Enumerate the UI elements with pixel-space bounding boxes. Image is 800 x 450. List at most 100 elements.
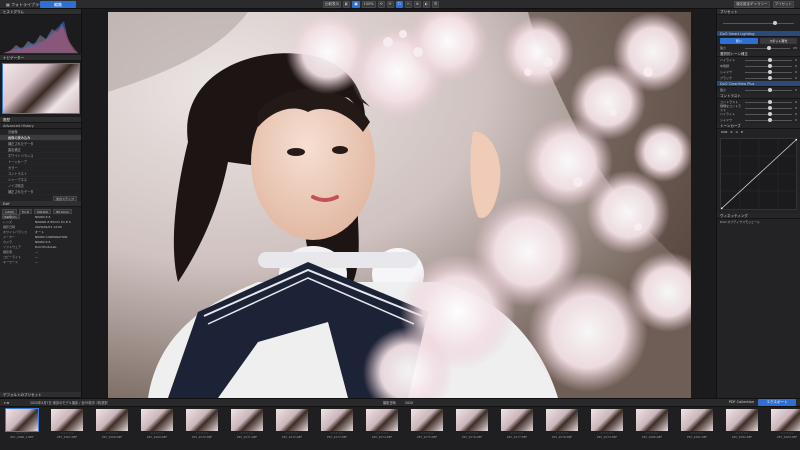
slider-knob[interactable] [767,118,772,122]
filmstrip-thumbnail[interactable]: ☆☆☆☆☆ Z6Y_2080.NEF [632,409,672,449]
adaptive-gallery-button[interactable]: 適応設定ギャラリー [734,1,770,8]
thumbnail-image[interactable] [5,408,39,432]
thumbnail-image[interactable] [681,409,713,431]
slider-track[interactable] [745,112,793,116]
local-adjust-icon[interactable]: ◐ [422,1,430,8]
thumbnail-image[interactable] [366,409,398,431]
slider-value[interactable]: 0 [795,64,797,68]
slider-value[interactable]: 0 [795,70,797,74]
sort-value[interactable]: 2020 [405,399,413,407]
slider-track[interactable] [745,88,793,92]
rotate-left-icon[interactable]: ⟲ [377,1,385,8]
slider-value[interactable]: 0 [795,100,797,104]
navigator-preview[interactable] [0,61,81,117]
thumbnail-image[interactable] [96,409,128,431]
tone-curve-editor[interactable] [719,137,799,211]
filmstrip-thumbnail[interactable]: ☆☆☆☆☆ Z6Y_2073.NEF [317,409,357,449]
slider-knob[interactable] [767,70,772,74]
curve-tab-g[interactable]: G [736,130,738,134]
thumbnail-image[interactable] [636,409,668,431]
thumbnail-image[interactable] [231,409,263,431]
filmstrip-thumbnail[interactable]: ☆☆☆☆☆ Z6Y_2070.NEF [182,409,222,449]
slider-track[interactable] [745,118,793,122]
slider-knob[interactable] [767,88,772,92]
thumbnail-image[interactable] [726,409,758,431]
main-photo-viewer[interactable] [108,12,691,398]
mode-spot-button[interactable]: スポット測光 [759,38,797,44]
thumbnail-image[interactable] [276,409,308,431]
filmstrip-thumbnail[interactable]: ☆☆☆☆☆ Z6Y_2071.NEF [227,409,267,449]
tab-edit[interactable]: 編集 [40,1,76,8]
slider-value[interactable]: 0 [795,88,797,92]
slider-track[interactable] [745,106,793,110]
slider-track[interactable] [745,64,793,68]
curve-tab-r[interactable]: R [730,130,732,134]
filmstrip-thumbnail[interactable]: ☆☆☆☆☆ Z6Y_2077.NEF [497,409,537,449]
mode-weak-button[interactable]: 弱い [720,38,758,44]
slider-value[interactable]: 0 [795,58,797,62]
preset-slider-knob[interactable] [772,21,777,25]
slider-track[interactable] [745,76,793,80]
thumbnail-image[interactable] [321,409,353,431]
filmstrip-thumbnail[interactable]: ☆☆☆☆☆ Z6Y_2074.NEF [362,409,402,449]
preset-button[interactable]: プリセット [772,1,794,8]
rotate-right-icon[interactable]: ⟳ [386,1,394,8]
thumbnail-image[interactable] [591,409,623,431]
filmstrip-thumbnail[interactable]: ☆☆☆☆☆ Z6Y_2076.NEF [452,409,492,449]
filmstrip-thumbnail[interactable]: ☆☆☆☆☆ Z6Y_2081.NEF [677,409,717,449]
filmstrip-thumbnail[interactable]: ☆☆☆☆☆ Z6Y_2068.NEF [92,409,132,449]
slider-value[interactable]: 0 [795,112,797,116]
single-view-icon[interactable]: ▣ [352,1,360,8]
filmstrip-thumbnail[interactable]: ☆☆☆☆☆ Z6Y_2078.NEF [542,409,582,449]
slider-knob[interactable] [767,100,772,104]
slider-track[interactable] [745,58,793,62]
navigator-thumbnail[interactable] [2,63,80,114]
curve-tab-rgb[interactable]: RGB [721,130,727,134]
sort-label[interactable]: 撮影日時 [383,399,396,407]
thumbnail-image[interactable] [51,409,83,431]
slider-track[interactable] [745,46,791,50]
slider-knob[interactable] [767,64,772,68]
slider-value[interactable]: 25 [793,46,797,50]
slider-knob[interactable] [767,112,772,116]
straighten-icon[interactable]: ⊕ [413,1,421,8]
compare-button[interactable]: 比較表示 [323,1,341,8]
curve-tab-b[interactable]: B [741,130,743,134]
thumbnail-image[interactable] [501,409,533,431]
thumbnail-image[interactable] [456,409,488,431]
thumbnail-image[interactable] [186,409,218,431]
slider-value[interactable]: 0 [795,118,797,122]
slider-value[interactable]: 0 [795,76,797,80]
zoom-select[interactable]: 100% [361,1,376,8]
crop-icon[interactable]: ✂ [404,1,412,8]
next-step-button[interactable]: 次のステップ [52,196,77,201]
collection-button[interactable]: PDF Collection [729,399,754,406]
export-button[interactable]: エクスポート [758,399,796,406]
slider-knob[interactable] [767,76,772,80]
slider-knob[interactable] [766,46,771,50]
filmstrip-thumbnail[interactable]: ☆☆☆☆☆ Z6Y_2083.NEF [767,409,800,449]
thumbnail-image[interactable] [546,409,578,431]
slider-track[interactable] [745,70,793,74]
filmstrip-thumbnail[interactable]: ☆☆☆☆☆ Z6Y_2066_1.NEF [2,408,42,449]
frame-icon[interactable]: ☐ [395,1,403,8]
thumbnail-image[interactable] [411,409,443,431]
menu-icon[interactable]: ☰ [431,1,439,8]
slider-knob[interactable] [767,58,772,62]
slider-knob[interactable] [767,106,772,110]
slider-track[interactable] [745,100,793,104]
slider-value[interactable]: 0 [795,106,797,110]
filmstrip-thumbnail[interactable]: ☆☆☆☆☆ Z6Y_2069.NEF [137,409,177,449]
filmstrip-thumbnail[interactable]: ☆☆☆☆☆ Z6Y_2067.NEF [47,409,87,449]
filmstrip-thumbnail[interactable]: ☆☆☆☆☆ Z6Y_2072.NEF [272,409,312,449]
thumbnail-image[interactable] [771,409,800,431]
filter-icon[interactable]: ▾ ⊞ [4,399,9,407]
filmstrip-thumbnail[interactable]: ☆☆☆☆☆ Z6Y_2082.NEF [722,409,762,449]
split-view-icon[interactable]: ◧ [343,1,351,8]
vignetting-value[interactable]: DxO オプティクスモジュール [720,220,760,224]
filmstrip-thumbnail[interactable]: ☆☆☆☆☆ Z6Y_2075.NEF [407,409,447,449]
thumbnail-filename: Z6Y_2078.NEF [551,435,573,439]
thumbnail-image[interactable] [141,409,173,431]
filmstrip-thumbnail[interactable]: ☆☆☆☆☆ Z6Y_2079.NEF [587,409,627,449]
preset-slider[interactable] [723,21,794,25]
